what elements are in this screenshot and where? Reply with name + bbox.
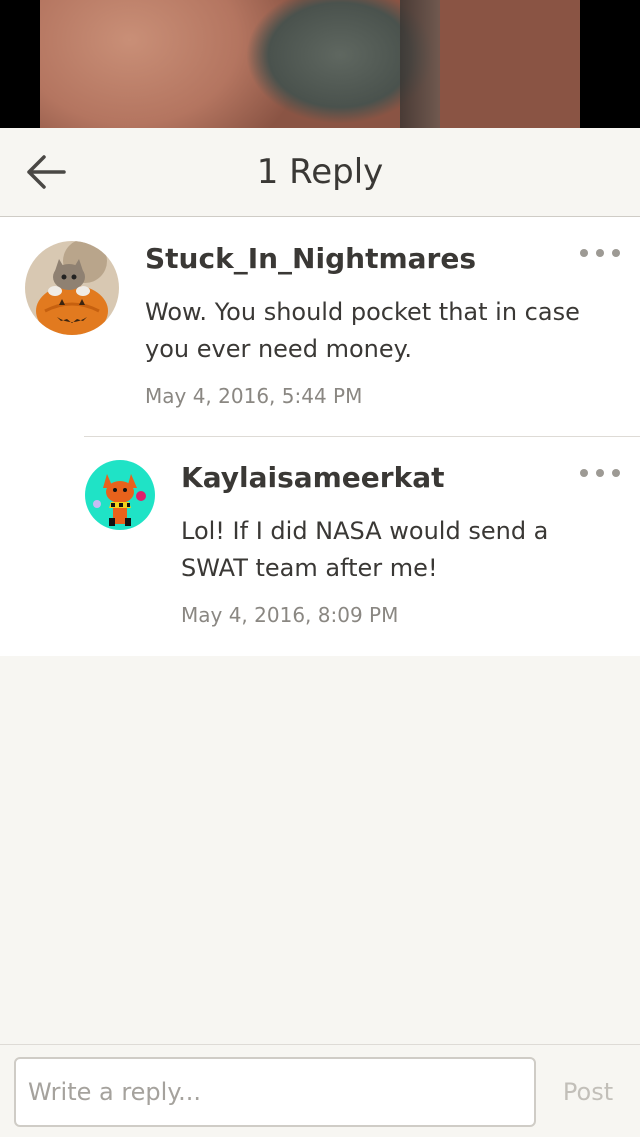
more-horizontal-icon (612, 469, 620, 477)
post-button[interactable]: Post (548, 1057, 628, 1127)
more-options-button[interactable] (580, 241, 620, 265)
more-horizontal-icon (580, 469, 588, 477)
header-bar: 1 Reply (0, 128, 640, 217)
reply-text: Lol! If I did NASA would send a SWAT tea… (181, 517, 549, 582)
arrow-left-icon (27, 155, 66, 189)
back-button[interactable] (20, 148, 72, 196)
page-title: 1 Reply (256, 152, 384, 192)
reply-comment: Kaylaisameerkat Lol! If I did NASA would… (0, 437, 640, 656)
more-options-button[interactable] (580, 461, 620, 485)
kitten-pumpkin-avatar-icon (25, 241, 119, 335)
parent-comment: Stuck_In_Nightmares Wow. You should pock… (0, 217, 640, 436)
avatar[interactable] (25, 241, 119, 335)
post-photo[interactable] (40, 0, 580, 128)
comment-text: Wow. You should pocket that in case you … (145, 298, 580, 363)
more-horizontal-icon (612, 249, 620, 257)
comment-timestamp: May 4, 2016, 5:44 PM (145, 384, 363, 408)
reply-input[interactable] (14, 1057, 536, 1127)
avatar[interactable] (85, 460, 155, 530)
post-photo-strip (0, 0, 640, 128)
photo-detail (400, 0, 440, 128)
cartoon-fox-avatar-icon (85, 460, 155, 530)
reply-username[interactable]: Kaylaisameerkat (181, 461, 445, 494)
more-horizontal-icon (580, 249, 588, 257)
comment-thread: Stuck_In_Nightmares Wow. You should pock… (0, 217, 640, 656)
more-horizontal-icon (596, 469, 604, 477)
reply-timestamp: May 4, 2016, 8:09 PM (181, 603, 399, 627)
more-horizontal-icon (596, 249, 604, 257)
comment-username[interactable]: Stuck_In_Nightmares (145, 242, 476, 275)
reply-composer: Post (0, 1044, 640, 1137)
